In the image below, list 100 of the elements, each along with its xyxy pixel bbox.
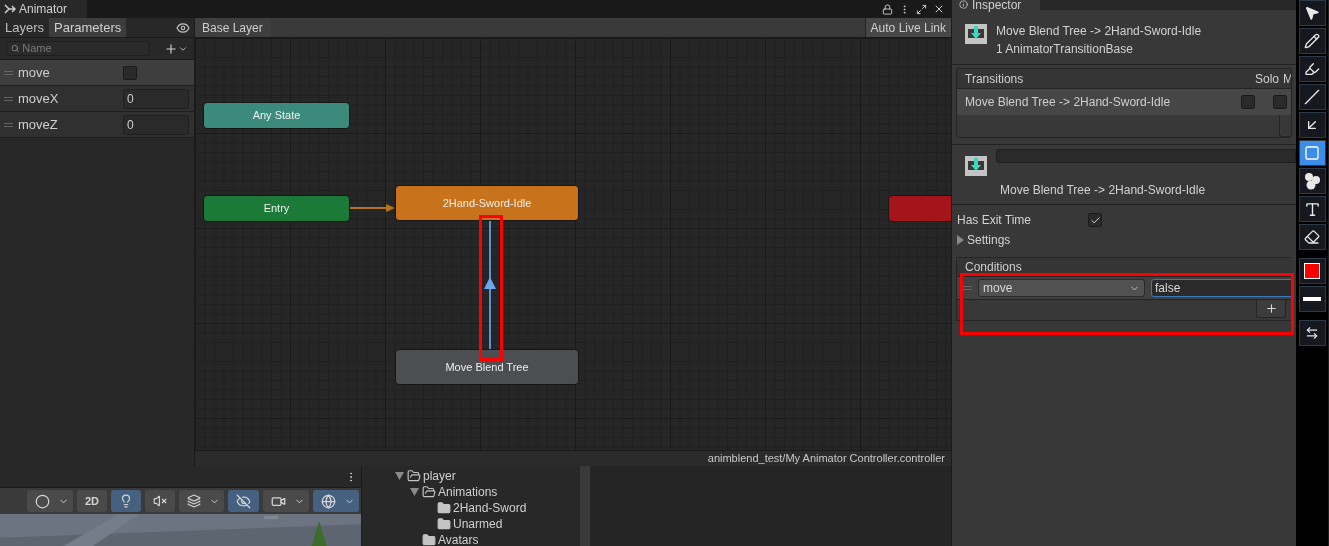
connector-arrow (350, 203, 395, 213)
open-folder-icon (407, 469, 421, 483)
info-icon (959, 0, 968, 9)
transition-row[interactable]: Move Blend Tree -> 2Hand-Sword-Idle (957, 89, 1291, 115)
annotation-tool-button[interactable] (1298, 258, 1326, 284)
scene-toolbar-button[interactable]: 2D (76, 490, 107, 512)
annotation-tool-button[interactable] (1298, 56, 1326, 82)
annotation-tool-button[interactable] (1298, 320, 1326, 346)
inspector-subtitle: 1 AnimatorTransitionBase (996, 41, 1134, 58)
pencil-icon (1304, 33, 1320, 49)
scene-toolbar-button[interactable] (263, 490, 309, 512)
expanded-arrow-icon[interactable] (395, 472, 404, 480)
parameter-name: moveX (18, 89, 60, 108)
line-width-icon (1303, 297, 1321, 301)
name-field[interactable] (996, 149, 1296, 163)
add-icon (1264, 302, 1278, 315)
parameter-value-field[interactable]: 0 (123, 88, 189, 109)
expanded-arrow-icon[interactable] (410, 488, 419, 496)
solo-header: Solo (1254, 70, 1279, 88)
sphere-icon (34, 493, 50, 509)
folder-name[interactable]: Unarmed (453, 515, 503, 533)
parameter-row[interactable]: move (0, 60, 194, 86)
drag-handle-icon[interactable] (4, 96, 13, 101)
annotation-tool-button[interactable] (1298, 286, 1326, 312)
mute-checkbox[interactable] (1273, 95, 1287, 109)
scene-toolbar-button[interactable] (145, 490, 175, 512)
transition-icon (964, 22, 988, 46)
scene-toolbar-button[interactable] (111, 490, 141, 512)
muted-speaker-icon (153, 494, 167, 508)
graph-canvas[interactable]: Any State Entry 2Hand-Sword-Idle Move Blend Tree (195, 38, 951, 450)
has-exit-time-label: Has Exit Time (957, 212, 1032, 229)
drag-handle-icon[interactable] (4, 70, 13, 75)
annotation-tool-button[interactable] (1298, 224, 1326, 250)
folder-name[interactable]: 2Hand-Sword (453, 499, 527, 517)
parameter-row[interactable]: moveX 0 (0, 86, 194, 112)
settings-foldout[interactable]: Settings (957, 230, 1296, 250)
transition-icon (964, 154, 988, 178)
folder-name[interactable]: Animations (438, 483, 498, 501)
pointer-icon (1304, 5, 1320, 21)
annotation-tool-button[interactable] (1298, 0, 1326, 26)
status-bar-text: animblend_test/My Animator Controller.controller (707, 451, 945, 467)
line-icon (1304, 89, 1320, 105)
folder-icon (437, 517, 451, 531)
drag-handle-icon[interactable] (963, 286, 972, 290)
state-machine-icon (4, 4, 16, 14)
conditions-header: Conditions (965, 259, 1022, 276)
folder-icon (422, 533, 436, 546)
condition-value-field[interactable]: false (1151, 279, 1292, 297)
annotation-tool-button[interactable] (1298, 112, 1326, 138)
annotation-tool-button[interactable] (1298, 84, 1326, 110)
search-icon (11, 44, 20, 53)
animator-tab[interactable]: Animator (0, 0, 87, 18)
state-node[interactable]: Move Blend Tree (395, 349, 579, 385)
text-icon (1303, 200, 1321, 218)
inspector-title: Move Blend Tree -> 2Hand-Sword-Idle (996, 23, 1202, 40)
parameter-checkbox[interactable] (123, 65, 137, 80)
solo-checkbox[interactable] (1241, 95, 1255, 109)
has-exit-time-checkbox[interactable] (1088, 213, 1102, 227)
add-icon[interactable] (164, 41, 178, 56)
parameter-name: moveZ (18, 115, 59, 134)
annotation-tool-button[interactable] (1298, 168, 1326, 194)
scene-toolbar-button[interactable] (313, 490, 359, 512)
folder-name[interactable]: Avatars (438, 531, 479, 546)
transition-label: Move Blend Tree -> 2Hand-Sword-Idle (1000, 182, 1207, 199)
state-node[interactable]: Any State (203, 102, 350, 129)
scene-toolbar-button[interactable] (228, 490, 259, 512)
numbered-circles-icon (1303, 172, 1321, 190)
folder-name[interactable]: player (423, 467, 456, 485)
transition-arrow[interactable] (483, 221, 497, 349)
annotation-tool-button[interactable] (1298, 140, 1326, 166)
drag-handle-icon[interactable] (4, 122, 13, 127)
annotation-tool-button[interactable] (1298, 196, 1326, 222)
breadcrumb[interactable]: Base Layer (195, 18, 270, 37)
parameter-name: move (18, 63, 51, 82)
hidden-eye-icon (236, 493, 251, 509)
annotation-tool-button[interactable] (1298, 28, 1326, 54)
parameter-dropdown[interactable]: move (978, 279, 1145, 297)
parameter-row[interactable]: moveZ 0 (0, 112, 194, 138)
globe-icon (321, 493, 336, 509)
layers-icon (187, 494, 201, 508)
transitions-header: Transitions (965, 70, 1025, 88)
open-folder-icon (422, 485, 436, 499)
lock-icon[interactable] (882, 3, 893, 15)
check-icon (1089, 214, 1101, 226)
scene-toolbar-button[interactable] (179, 490, 224, 512)
parameter-value-field[interactable]: 0 (123, 114, 189, 135)
maximize-icon[interactable] (916, 3, 927, 15)
panel-tab[interactable]: Parameters (49, 18, 127, 37)
lightbulb-icon (119, 494, 133, 508)
auto-live-link-button[interactable]: Auto Live Link (864, 18, 951, 37)
close-icon[interactable] (933, 3, 945, 15)
left-right-arrows-icon (1305, 326, 1319, 340)
folder-icon (437, 501, 451, 515)
visibility-icon[interactable] (176, 20, 190, 35)
add-condition-button[interactable] (1256, 300, 1286, 318)
state-node[interactable]: Entry (203, 195, 350, 222)
transition-name: Move Blend Tree -> 2Hand-Sword-Idle (965, 94, 1172, 111)
inspector-tab[interactable]: Inspector (952, 0, 1040, 10)
scene-toolbar-button[interactable] (26, 490, 73, 512)
eraser-icon (1304, 229, 1320, 245)
